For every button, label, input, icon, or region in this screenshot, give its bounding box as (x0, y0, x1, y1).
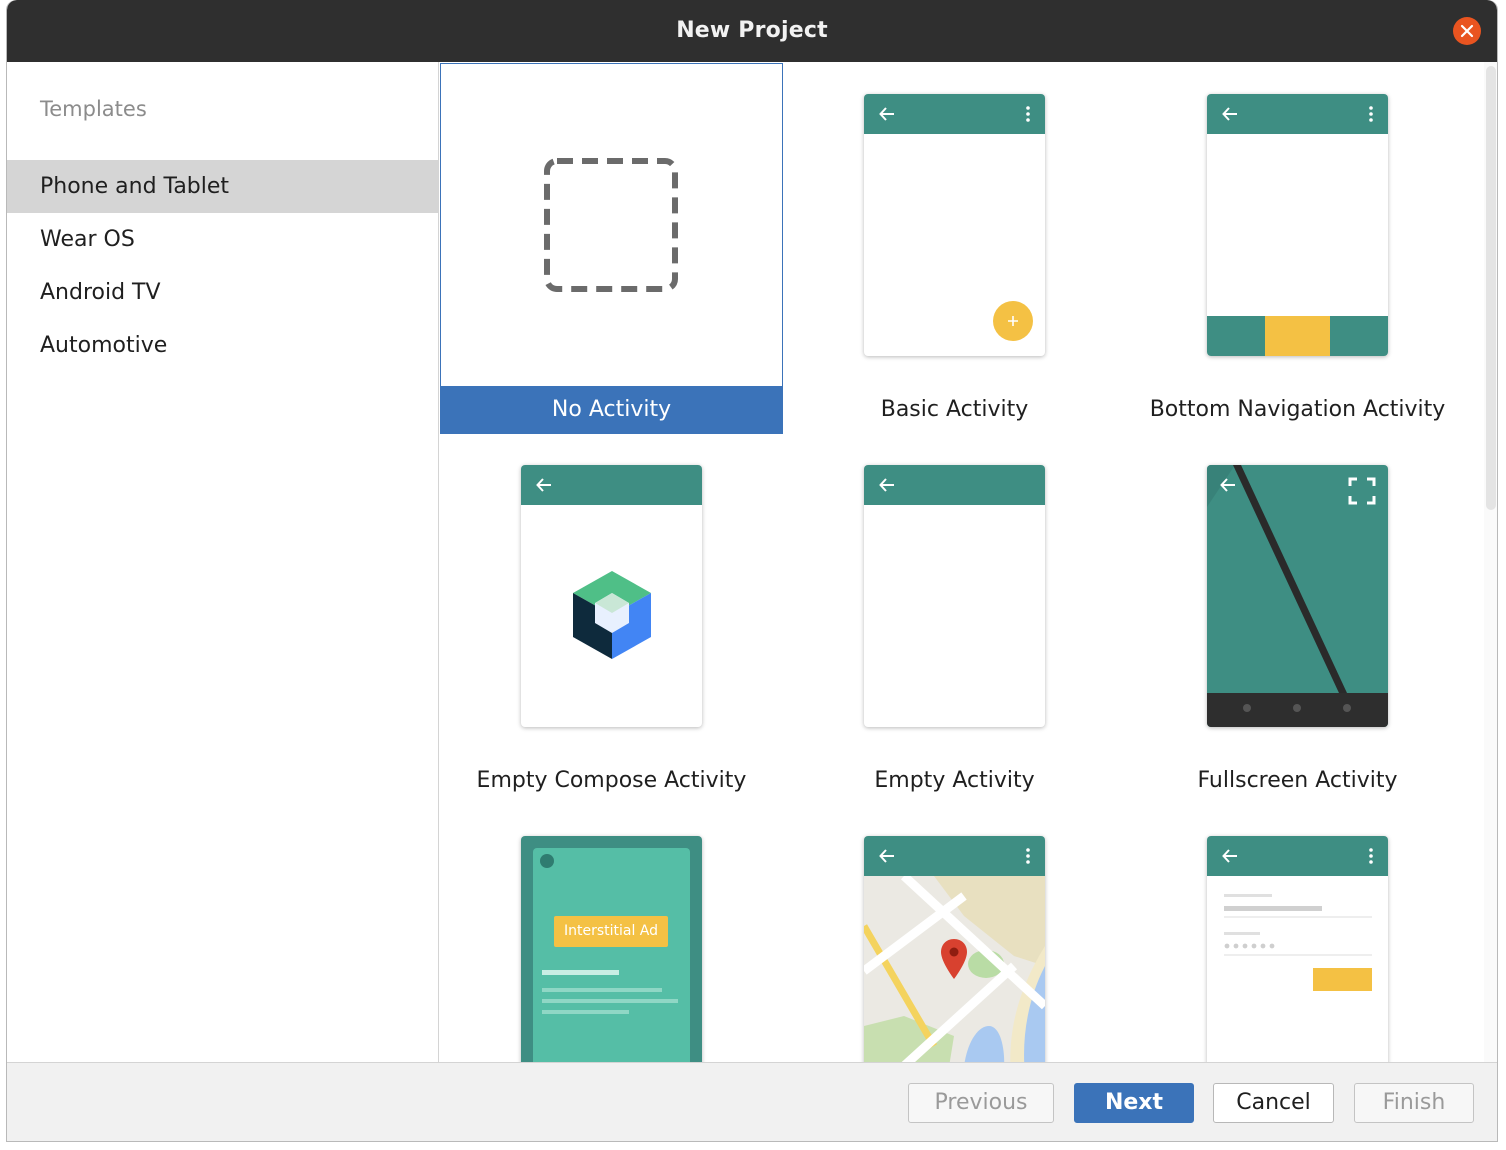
field-divider (1224, 954, 1372, 956)
template-label: Fullscreen Activity (1197, 768, 1398, 793)
interstitial-ad-badge: Interstitial Ad (554, 916, 668, 947)
template-tile-bottom-navigation-activity[interactable]: Bottom Navigation Activity (1126, 63, 1469, 434)
template-label: Empty Activity (874, 768, 1035, 793)
text-line (542, 999, 678, 1003)
sidebar-heading: Templates (40, 97, 147, 121)
gallery-scrollbar[interactable] (1484, 62, 1497, 1062)
template-tile-login-activity[interactable] (1126, 805, 1469, 1062)
back-arrow-icon (536, 478, 551, 492)
interstitial-ad-preview: Interstitial Ad (521, 836, 702, 1062)
text-line (542, 970, 619, 975)
dialog-footer: Previous Next Cancel Finish (7, 1062, 1497, 1141)
preview-toolbar (1207, 94, 1388, 134)
preview-toolbar (1207, 836, 1388, 876)
fullscreen-preview (1207, 465, 1388, 727)
password-dots (1224, 943, 1275, 949)
next-button[interactable]: Next (1074, 1083, 1194, 1123)
preview-toolbar (864, 94, 1045, 134)
dashed-box-icon (544, 158, 678, 292)
template-category-sidebar: Templates Phone and Tablet Wear OS Andro… (7, 62, 439, 1062)
sign-in-button-preview (1313, 968, 1372, 991)
ad-panel (533, 848, 690, 1062)
template-tile-fullscreen-activity[interactable]: Fullscreen Activity (1126, 434, 1469, 805)
password-hint-line (1224, 932, 1260, 935)
sidebar-item-wear-os[interactable]: Wear OS (7, 213, 438, 266)
back-arrow-icon (879, 478, 894, 492)
back-arrow-icon (879, 107, 894, 121)
back-arrow-icon (879, 849, 894, 863)
sidebar-item-automotive[interactable]: Automotive (7, 319, 438, 372)
template-tile-basic-activity[interactable]: Basic Activity (783, 63, 1126, 434)
template-tile-no-activity[interactable]: No Activity (440, 63, 783, 434)
username-field-line (1224, 906, 1322, 911)
overflow-menu-icon (1369, 106, 1373, 122)
preview-toolbar (521, 465, 702, 505)
preview-toolbar (864, 465, 1045, 505)
maps-preview (864, 836, 1045, 1062)
close-button[interactable] (1453, 17, 1481, 45)
bottom-nav-preview (1207, 94, 1388, 356)
template-tile-empty-activity[interactable]: Empty Activity (783, 434, 1126, 805)
basic-activity-preview (864, 94, 1045, 356)
back-arrow-icon (1220, 478, 1235, 492)
finish-button[interactable]: Finish (1354, 1083, 1474, 1123)
template-label: No Activity (441, 386, 782, 433)
template-gallery: No Activity Basic Activity Bottom Naviga… (440, 62, 1497, 1062)
scrollbar-thumb[interactable] (1486, 66, 1496, 510)
overflow-menu-icon (1026, 106, 1030, 122)
back-arrow-icon (1222, 107, 1237, 121)
field-divider (1224, 916, 1372, 918)
sidebar-item-phone-and-tablet[interactable]: Phone and Tablet (7, 160, 438, 213)
preview-toolbar (864, 836, 1045, 876)
map-pin-icon (941, 939, 967, 979)
template-label: Empty Compose Activity (476, 768, 747, 793)
template-tile-interstitial-ad[interactable]: Interstitial Ad (440, 805, 783, 1062)
empty-compose-preview (521, 465, 702, 727)
template-tile-maps-activity[interactable] (783, 805, 1126, 1062)
sidebar-item-android-tv[interactable]: Android TV (7, 266, 438, 319)
username-hint-line (1224, 894, 1272, 897)
template-label: Bottom Navigation Activity (1149, 397, 1446, 422)
new-project-dialog: New Project Templates Phone and Tablet W… (6, 0, 1498, 1142)
text-line (542, 1010, 629, 1014)
bottom-nav-selected-item (1265, 316, 1330, 356)
category-list: Phone and Tablet Wear OS Android TV Auto… (7, 160, 438, 372)
title-bar: New Project (7, 0, 1497, 62)
fullscreen-icon (1348, 477, 1376, 505)
template-tile-empty-compose-activity[interactable]: Empty Compose Activity (440, 434, 783, 805)
status-dot (540, 854, 554, 868)
text-line (542, 988, 662, 992)
empty-activity-preview (864, 465, 1045, 727)
bottom-navigation-bar (1207, 316, 1388, 356)
back-arrow-icon (1222, 849, 1237, 863)
login-preview (1207, 836, 1388, 1062)
overflow-menu-icon (1369, 848, 1373, 864)
window-title: New Project (676, 18, 828, 43)
overflow-menu-icon (1026, 848, 1030, 864)
previous-button[interactable]: Previous (908, 1083, 1054, 1123)
close-icon (1460, 24, 1474, 38)
jetpack-compose-logo (573, 571, 651, 659)
fab-icon (993, 301, 1033, 341)
template-label: Basic Activity (880, 397, 1029, 422)
cancel-button[interactable]: Cancel (1213, 1083, 1334, 1123)
